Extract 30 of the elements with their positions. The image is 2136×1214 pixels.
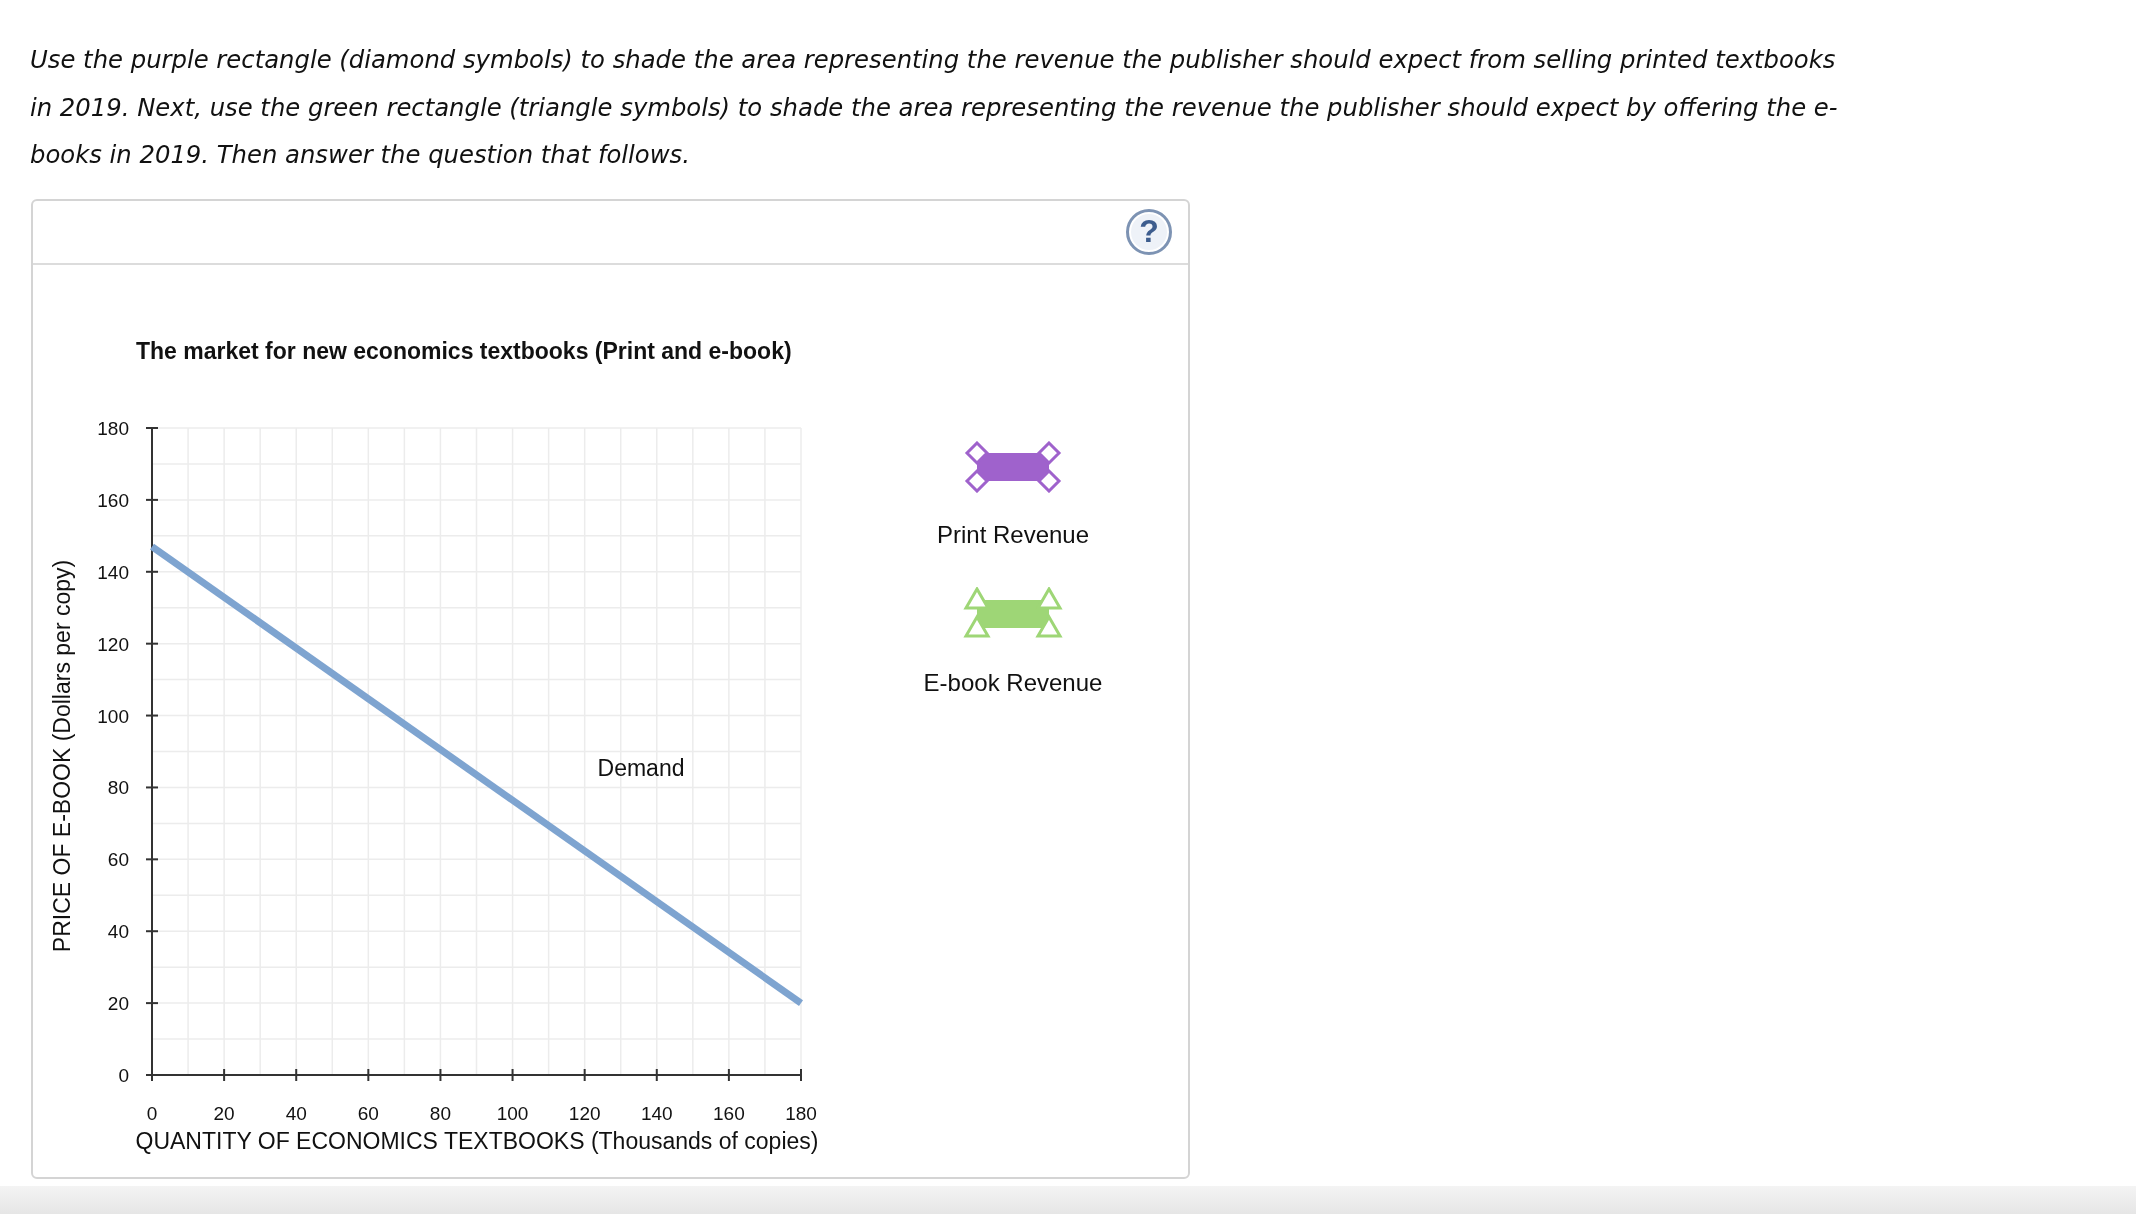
x-tick-label: 20 <box>213 1102 235 1124</box>
x-tick-label: 180 <box>785 1102 817 1124</box>
help-button[interactable]: ? <box>1126 208 1172 255</box>
y-tick-label: 0 <box>118 1064 129 1086</box>
y-axis-title: PRICE OF E-BOOK (Dollars per copy) <box>49 559 75 952</box>
y-tick-label: 160 <box>97 489 129 511</box>
x-tick-label: 40 <box>285 1102 307 1124</box>
y-tick-label: 60 <box>107 848 129 870</box>
triangle-rectangle-icon[interactable] <box>960 586 1066 641</box>
instructions-text: Use the purple rectangle (diamond symbols) to shade the area representing the revenue the publisher should expect from selling printed textbooks in 2019. Next, use the green rectangle (triangle symbols) to shade the area representing the revenue the publisher should expect by offering the e-books in 2019. Then answer the question that follows. <box>30 44 1839 171</box>
x-tick-label: 60 <box>357 1102 379 1124</box>
x-axis-title: QUANTITY OF ECONOMICS TEXTBOOKS (Thousands of copies) <box>135 1127 819 1154</box>
y-tick-label: 40 <box>107 920 129 942</box>
y-tick-label: 20 <box>107 992 129 1014</box>
x-tick-label: 0 <box>146 1102 158 1124</box>
y-tick-label: 80 <box>107 776 129 798</box>
y-tick-label: 140 <box>97 561 129 583</box>
y-tick-label: 180 <box>97 417 129 439</box>
line-label: Demand <box>597 754 685 781</box>
x-tick-label: 120 <box>568 1102 601 1124</box>
chart-title: The market for new economics textbooks (Print and e-book) <box>136 337 792 364</box>
y-tick-label: 100 <box>97 705 129 727</box>
legend-label: E-book Revenue <box>923 668 1103 697</box>
x-tick-label: 80 <box>429 1102 451 1124</box>
demand-line[interactable] <box>150 543 803 1006</box>
x-tick-label: 160 <box>713 1102 745 1124</box>
legend-label: Print Revenue <box>936 520 1090 549</box>
x-tick-label: 100 <box>496 1102 529 1124</box>
y-tick-label: 120 <box>97 633 129 655</box>
x-tick-label: 140 <box>640 1102 673 1124</box>
